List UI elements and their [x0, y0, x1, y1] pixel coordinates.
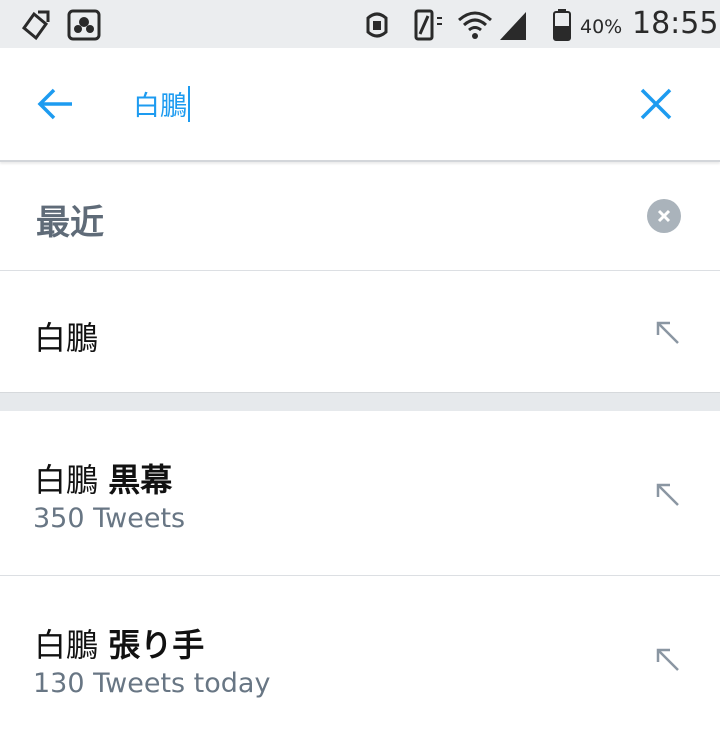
- suggestion-text: 白鵬 張り手: [34, 620, 204, 666]
- search-bar: 白鵬: [0, 48, 720, 162]
- suggestion-highlight: 黒幕: [108, 461, 173, 499]
- signal-icon: [500, 12, 526, 40]
- suggestion-count: 350 Tweets: [33, 503, 186, 534]
- suggestion-query: 白鵬: [34, 461, 99, 499]
- recent-item-text: 白鵬: [34, 319, 99, 357]
- vibrate-icon: [414, 9, 442, 41]
- text-cursor: [188, 85, 190, 122]
- recent-item[interactable]: 白鵬: [0, 271, 720, 392]
- status-bar: 40% 18:55: [0, 0, 720, 48]
- suggestion-item[interactable]: 白鵬 黒幕 350 Tweets: [0, 411, 720, 575]
- suggestion-item[interactable]: 白鵬 張り手 130 Tweets today: [0, 576, 720, 738]
- battery-icon: [553, 9, 571, 41]
- sync-icon: [21, 10, 50, 41]
- arrow-up-left-icon[interactable]: [654, 481, 682, 509]
- suggestion-query: 白鵬: [34, 626, 99, 664]
- suggestion-count: 130 Tweets today: [33, 668, 271, 699]
- arrow-up-left-icon[interactable]: [654, 646, 682, 674]
- battery-percent: 40%: [580, 16, 623, 38]
- recent-title: 最近: [36, 203, 104, 243]
- close-icon[interactable]: [638, 86, 674, 122]
- search-input[interactable]: 白鵬: [133, 84, 190, 123]
- section-separator: [0, 392, 720, 412]
- clock: 18:55: [632, 6, 719, 41]
- suggestion-text: 白鵬 黒幕: [34, 455, 172, 501]
- suggestion-highlight: 張り手: [108, 626, 205, 664]
- wifi-icon: [458, 11, 492, 39]
- arrow-left-icon[interactable]: [36, 86, 76, 122]
- arrow-up-left-icon[interactable]: [654, 319, 682, 347]
- app-icon: [67, 9, 101, 41]
- nfc-icon: [366, 12, 388, 38]
- search-query-text: 白鵬: [133, 91, 187, 122]
- clear-circle-icon[interactable]: [646, 198, 682, 234]
- recent-section-header: 最近: [0, 162, 720, 271]
